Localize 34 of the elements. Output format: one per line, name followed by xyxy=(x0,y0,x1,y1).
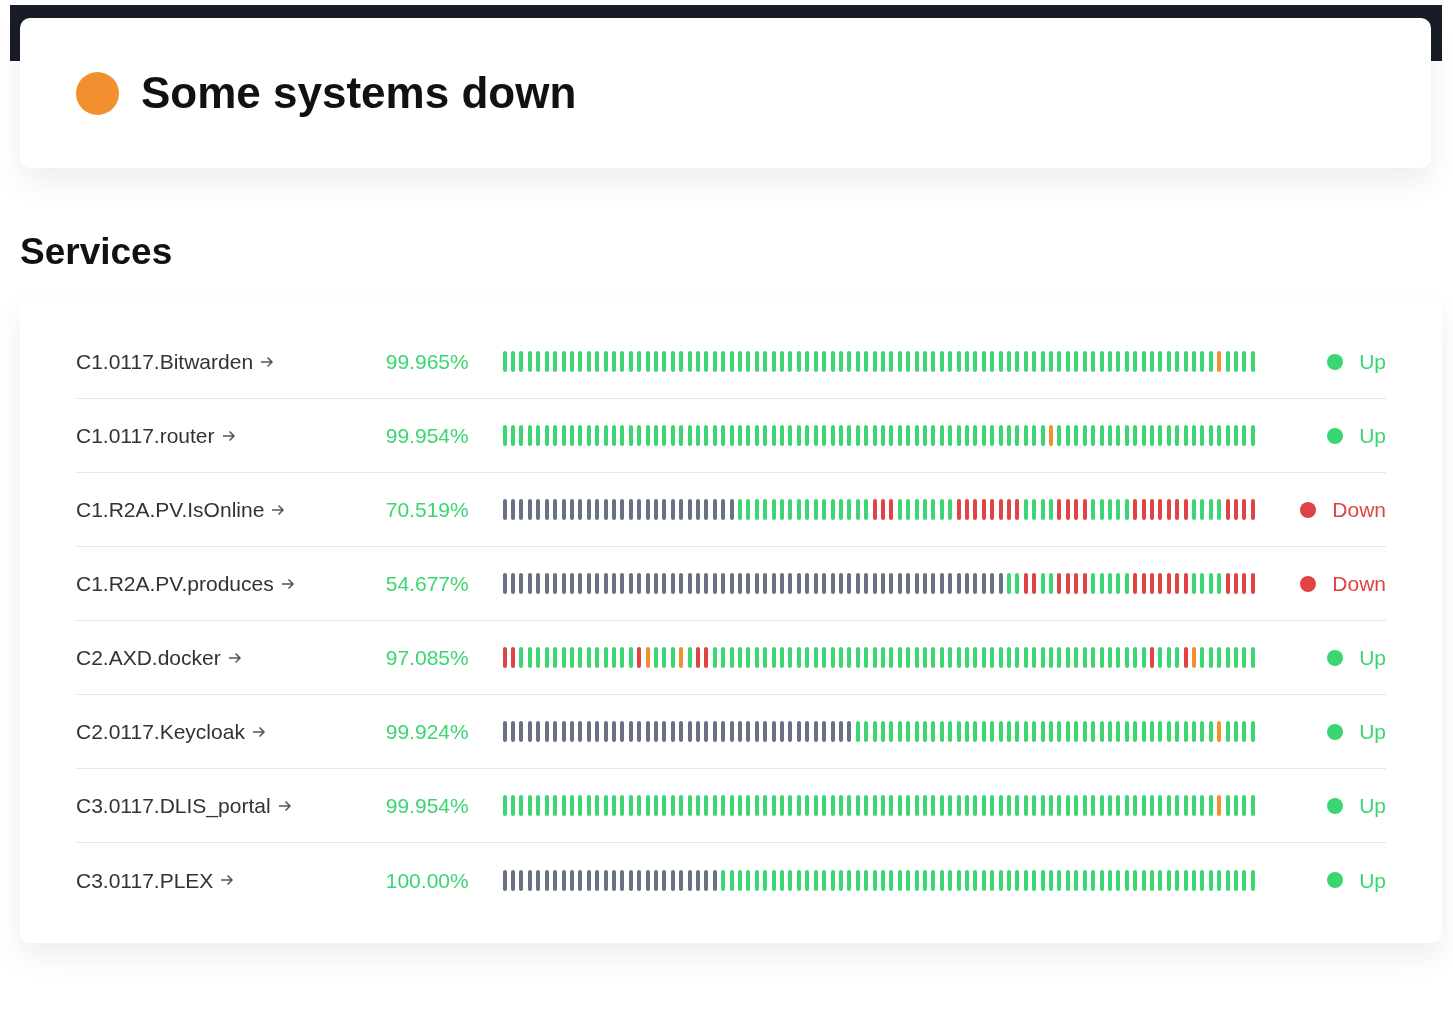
uptime-percentage: 100.00% xyxy=(385,867,470,894)
status-title: Some systems down xyxy=(141,66,577,119)
status-label: Down xyxy=(1332,571,1386,598)
service-link[interactable]: C2.0117.Keycloak xyxy=(76,716,386,748)
uptime-percentage: 99.924% xyxy=(385,719,470,746)
arrow-icon xyxy=(221,428,236,443)
uptime-percentage: 99.954% xyxy=(385,793,470,820)
status-label: Up xyxy=(1359,645,1386,672)
service-link[interactable]: C2.AXD.docker xyxy=(76,642,386,674)
service-link[interactable]: C1.R2A.PV.IsOnline xyxy=(76,494,386,526)
uptime-percentage: 99.965% xyxy=(385,349,470,376)
status-label: Up xyxy=(1359,349,1386,376)
service-link[interactable]: C3.0117.PLEX xyxy=(76,864,386,897)
arrow-icon xyxy=(251,724,266,739)
arrow-icon xyxy=(220,873,235,888)
status-label: Down xyxy=(1332,497,1386,524)
uptime-percentage: 99.954% xyxy=(385,423,470,450)
uptime-percentage: 97.085% xyxy=(385,645,470,672)
arrow-icon xyxy=(280,576,295,591)
uptime-percentage: 54.677% xyxy=(385,571,470,598)
service-link[interactable]: C1.0117.router xyxy=(76,420,386,452)
service-link[interactable]: C1.R2A.PV.produces xyxy=(76,568,386,600)
uptime-percentage: 70.519% xyxy=(385,497,470,524)
arrow-icon xyxy=(260,354,275,369)
section-title: Services xyxy=(20,230,174,274)
status-label: Up xyxy=(1359,793,1386,820)
status-label: Up xyxy=(1359,423,1386,450)
arrow-icon xyxy=(271,502,286,517)
service-link[interactable]: C3.0117.DLIS_portal xyxy=(76,790,386,822)
arrow-icon xyxy=(277,798,292,813)
status-label: Up xyxy=(1359,867,1386,894)
service-link[interactable]: C1.0117.Bitwarden xyxy=(76,346,386,378)
arrow-icon xyxy=(227,650,242,665)
status-label: Up xyxy=(1359,719,1386,746)
